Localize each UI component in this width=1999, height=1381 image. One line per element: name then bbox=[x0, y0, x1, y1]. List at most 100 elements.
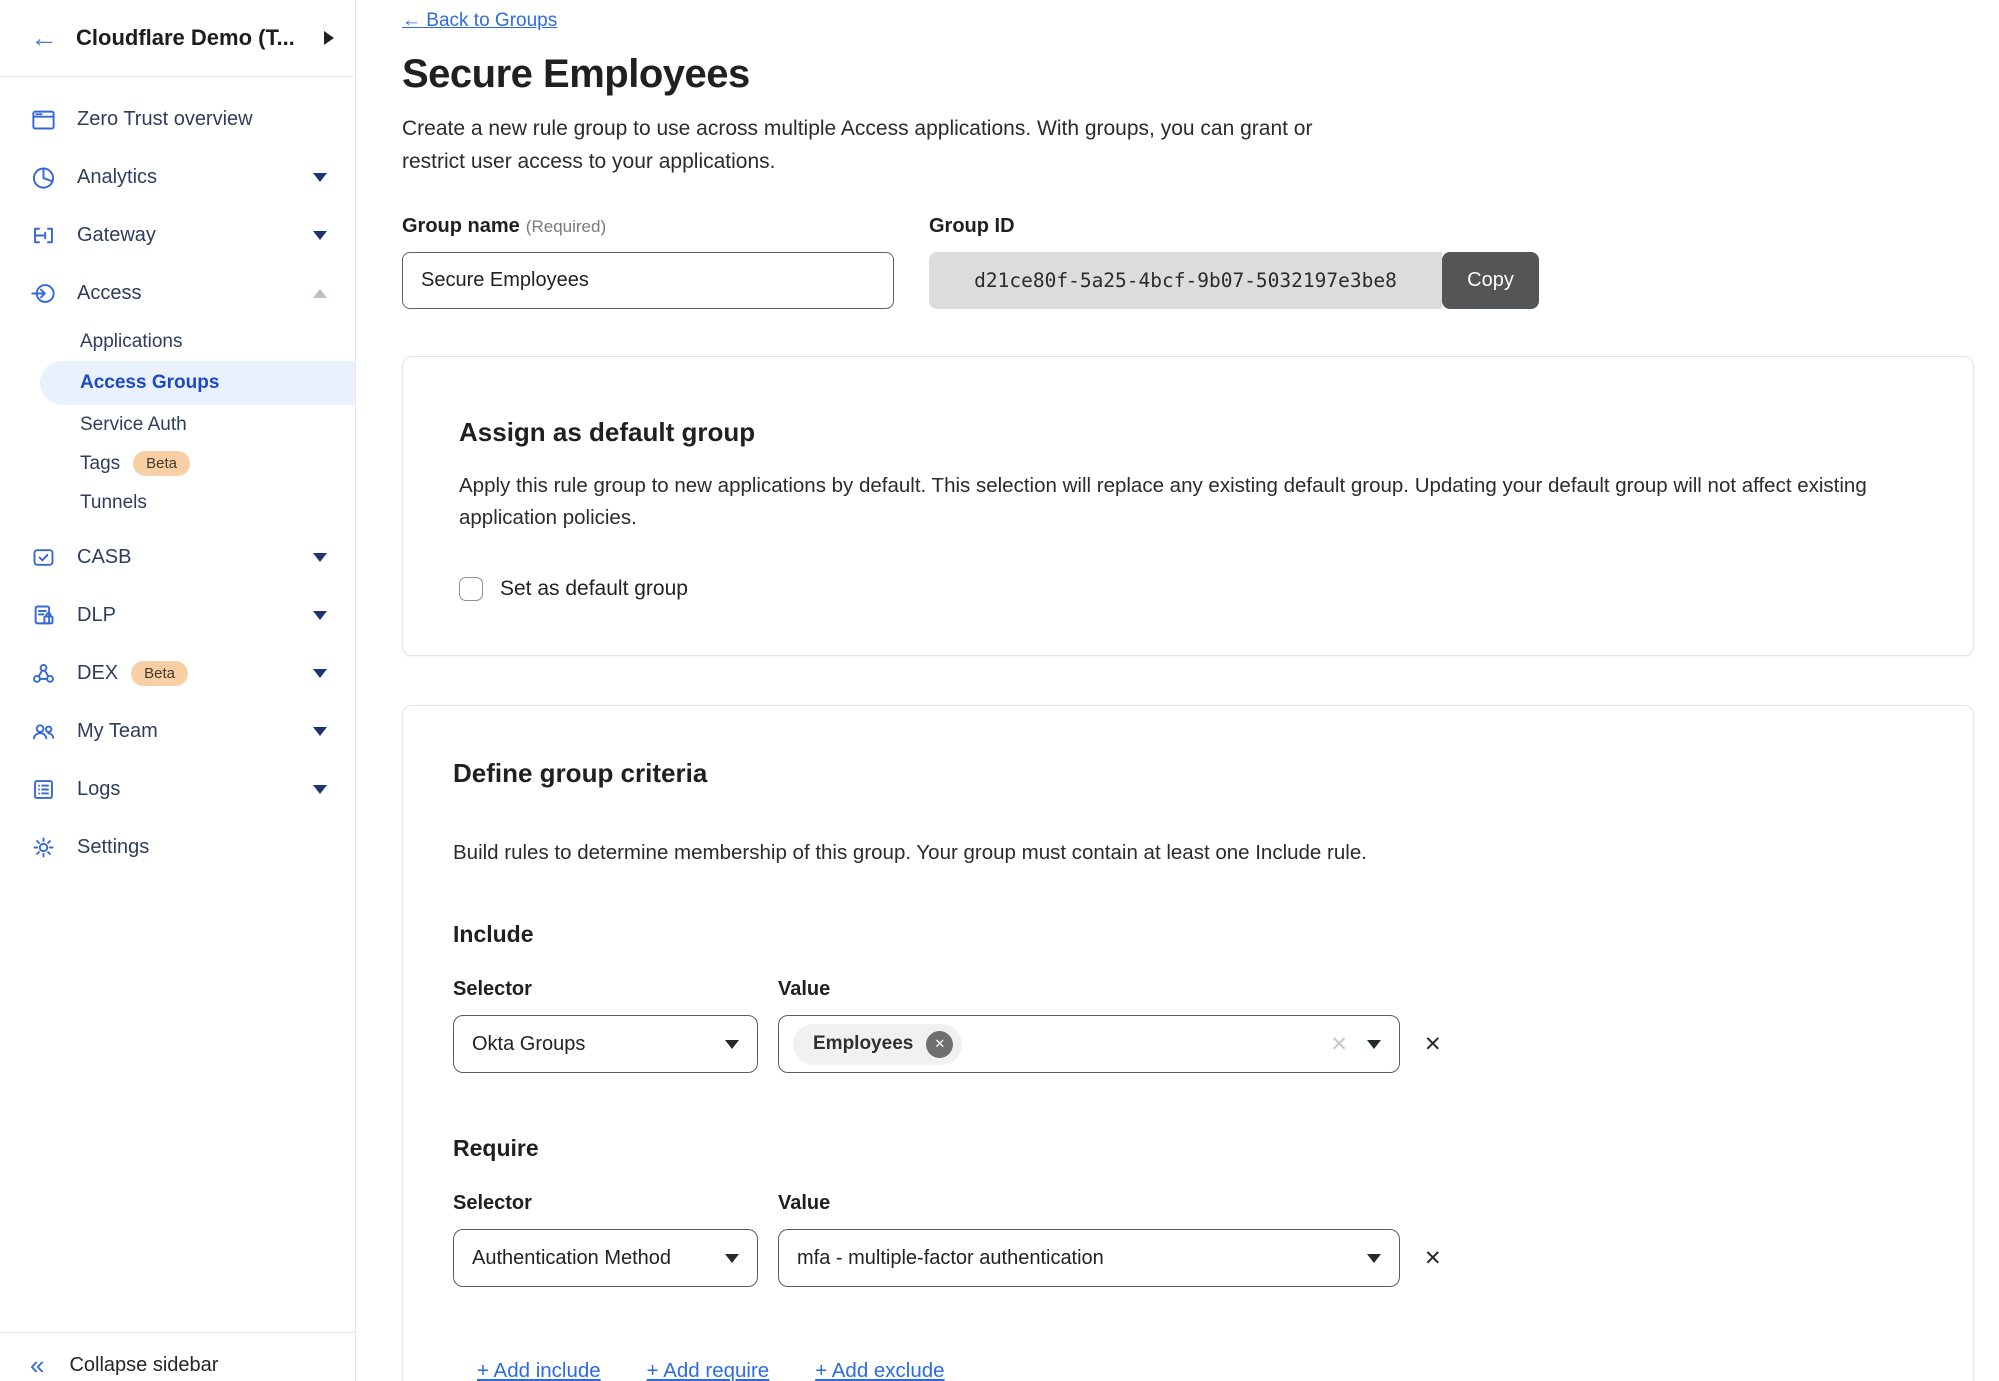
require-value: mfa - multiple-factor authentication bbox=[797, 1247, 1367, 1270]
add-exclude-link[interactable]: + Add exclude bbox=[815, 1359, 944, 1381]
include-selector-value: Okta Groups bbox=[472, 1033, 725, 1056]
overview-window-icon bbox=[30, 106, 57, 133]
remove-include-rule-icon[interactable]: ✕ bbox=[1424, 1032, 1442, 1057]
sidebar-item-zero-trust-overview[interactable]: Zero Trust overview bbox=[0, 90, 355, 148]
set-default-group-checkbox[interactable] bbox=[459, 577, 483, 601]
include-rule-row: Okta Groups Employees ✕ ✕ ✕ bbox=[453, 1015, 1923, 1073]
group-name-id-row: Group name(Required) Group ID d21ce80f-5… bbox=[402, 215, 1999, 309]
chevron-down-icon bbox=[313, 669, 327, 678]
account-switcher[interactable]: ← Cloudflare Demo (T... bbox=[0, 0, 355, 77]
gear-icon bbox=[30, 834, 57, 861]
group-id-label: Group ID bbox=[929, 215, 1539, 238]
chevron-down-icon bbox=[725, 1254, 739, 1263]
tag-remove-icon[interactable]: ✕ bbox=[926, 1031, 953, 1058]
remove-require-rule-icon[interactable]: ✕ bbox=[1424, 1246, 1442, 1271]
require-labels-row: Selector Value bbox=[453, 1192, 1923, 1215]
sidebar-item-tunnels[interactable]: Tunnels bbox=[0, 483, 355, 522]
chevron-down-icon bbox=[313, 173, 327, 182]
sidebar-footer-divider bbox=[0, 1332, 355, 1333]
value-tag: Employees ✕ bbox=[793, 1024, 962, 1065]
chevron-down-icon bbox=[313, 553, 327, 562]
group-name-input[interactable] bbox=[402, 252, 894, 309]
double-chevron-left-icon: « bbox=[30, 1352, 44, 1378]
require-value-dropdown[interactable]: mfa - multiple-factor authentication bbox=[778, 1229, 1400, 1287]
sidebar-item-label: DEX bbox=[77, 662, 118, 685]
back-to-groups-link[interactable]: ← Back to Groups bbox=[402, 10, 557, 32]
group-name-field: Group name(Required) bbox=[402, 215, 894, 309]
required-hint: (Required) bbox=[526, 217, 606, 236]
sidebar-item-label: Logs bbox=[77, 778, 120, 801]
sidebar-item-label: Access bbox=[77, 282, 141, 305]
include-value-multiselect[interactable]: Employees ✕ ✕ bbox=[778, 1015, 1400, 1073]
clear-values-icon[interactable]: ✕ bbox=[1330, 1032, 1348, 1057]
add-rule-links: + Add include + Add require + Add exclud… bbox=[477, 1359, 1923, 1381]
define-group-criteria-title: Define group criteria bbox=[453, 758, 1923, 789]
sidebar-item-applications[interactable]: Applications bbox=[0, 322, 355, 361]
sidebar-item-label: Gateway bbox=[77, 224, 156, 247]
add-require-link[interactable]: + Add require bbox=[647, 1359, 770, 1381]
access-arrow-icon bbox=[30, 280, 57, 307]
casb-check-icon bbox=[30, 544, 57, 571]
include-selector-dropdown[interactable]: Okta Groups bbox=[453, 1015, 758, 1073]
sidebar-item-dlp[interactable]: DLP bbox=[0, 586, 355, 644]
chevron-right-icon bbox=[324, 31, 334, 45]
sidebar-item-label: DLP bbox=[77, 604, 116, 627]
add-include-link[interactable]: + Add include bbox=[477, 1359, 601, 1381]
sidebar-item-label: Tags bbox=[80, 453, 120, 475]
value-label: Value bbox=[778, 1192, 830, 1215]
main-content: ← Back to Groups Secure Employees Create… bbox=[356, 0, 1999, 1381]
set-default-group-label: Set as default group bbox=[500, 577, 688, 601]
sidebar-item-label: Tunnels bbox=[80, 492, 147, 514]
analytics-pie-icon bbox=[30, 164, 57, 191]
chevron-down-icon bbox=[1367, 1254, 1381, 1263]
value-tag-label: Employees bbox=[813, 1033, 913, 1055]
beta-badge: Beta bbox=[131, 661, 188, 686]
gateway-icon bbox=[30, 222, 57, 249]
chevron-down-icon bbox=[313, 231, 327, 240]
sidebar-item-dex[interactable]: DEX Beta bbox=[0, 644, 355, 702]
multiselect-controls: ✕ bbox=[1330, 1032, 1381, 1057]
set-default-group-row: Set as default group bbox=[459, 577, 1917, 601]
collapse-sidebar-button[interactable]: « Collapse sidebar bbox=[0, 1352, 218, 1378]
value-label: Value bbox=[778, 978, 830, 1001]
require-selector-dropdown[interactable]: Authentication Method bbox=[453, 1229, 758, 1287]
team-people-icon bbox=[30, 718, 57, 745]
sidebar-item-label: My Team bbox=[77, 720, 158, 743]
sidebar-item-label: Service Auth bbox=[80, 414, 187, 436]
sidebar-item-settings[interactable]: Settings bbox=[0, 818, 355, 876]
sidebar-item-label: Analytics bbox=[77, 166, 157, 189]
sidebar-item-tags[interactable]: Tags Beta bbox=[0, 444, 355, 483]
include-labels-row: Selector Value bbox=[453, 978, 1923, 1001]
logs-list-icon bbox=[30, 776, 57, 803]
chevron-up-icon bbox=[313, 289, 327, 298]
define-group-criteria-card: Define group criteria Build rules to det… bbox=[402, 705, 1974, 1381]
sidebar-item-my-team[interactable]: My Team bbox=[0, 702, 355, 760]
page-title: Secure Employees bbox=[402, 52, 1999, 97]
sidebar-nav: Zero Trust overview Analytics Gateway Acces… bbox=[0, 90, 355, 876]
sidebar-item-casb[interactable]: CASB bbox=[0, 528, 355, 586]
selector-label: Selector bbox=[453, 978, 758, 1001]
define-group-criteria-description: Build rules to determine membership of t… bbox=[453, 841, 1923, 865]
page-description: Create a new rule group to use across mu… bbox=[402, 113, 1367, 179]
beta-badge: Beta bbox=[133, 451, 190, 476]
chevron-down-icon bbox=[725, 1040, 739, 1049]
include-heading: Include bbox=[453, 921, 1923, 948]
collapse-sidebar-label: Collapse sidebar bbox=[69, 1354, 218, 1377]
dlp-document-lock-icon bbox=[30, 602, 57, 629]
sidebar-item-access-groups[interactable]: Access Groups bbox=[40, 361, 355, 405]
group-id-field: Group ID d21ce80f-5a25-4bcf-9b07-5032197… bbox=[929, 215, 1539, 309]
group-id-value: d21ce80f-5a25-4bcf-9b07-5032197e3be8 bbox=[929, 252, 1442, 309]
arrow-left-icon[interactable]: ← bbox=[30, 24, 58, 52]
sidebar-item-gateway[interactable]: Gateway bbox=[0, 206, 355, 264]
assign-default-group-card: Assign as default group Apply this rule … bbox=[402, 356, 1974, 657]
assign-default-group-title: Assign as default group bbox=[459, 417, 1917, 448]
copy-button[interactable]: Copy bbox=[1442, 252, 1539, 309]
chevron-down-icon bbox=[1367, 1040, 1381, 1049]
sidebar-item-service-auth[interactable]: Service Auth bbox=[0, 405, 355, 444]
sidebar-item-access[interactable]: Access bbox=[0, 264, 355, 322]
sidebar-item-label: Zero Trust overview bbox=[77, 108, 253, 131]
sidebar: ← Cloudflare Demo (T... Zero Trust overv… bbox=[0, 0, 356, 1381]
account-name: Cloudflare Demo (T... bbox=[76, 25, 295, 51]
sidebar-item-logs[interactable]: Logs bbox=[0, 760, 355, 818]
sidebar-item-analytics[interactable]: Analytics bbox=[0, 148, 355, 206]
